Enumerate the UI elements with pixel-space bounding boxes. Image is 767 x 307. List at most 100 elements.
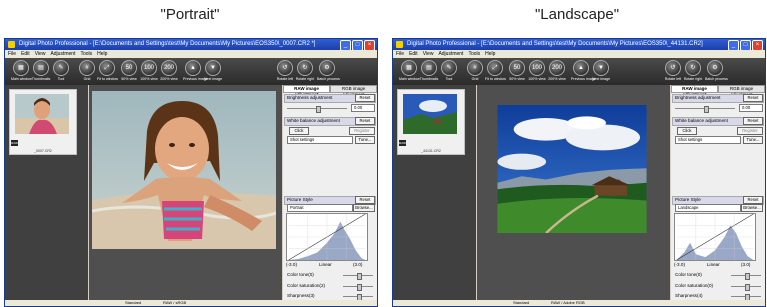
- tool-button[interactable]: ✎ Tool: [51, 60, 71, 81]
- previous-image-button[interactable]: ▲ Previous image: [183, 60, 208, 81]
- white-balance-select[interactable]: Shot settings: [287, 136, 353, 144]
- picture-style-select[interactable]: Landscape: [675, 204, 741, 212]
- raw-badge-icon: RAW: [11, 140, 18, 146]
- thumbnail-item[interactable]: RAW _0007.CR2: [9, 89, 77, 155]
- picture-style-browse-button[interactable]: Browse...: [741, 204, 763, 212]
- grid-button[interactable]: # Grid: [465, 60, 485, 81]
- zoom-200-button[interactable]: 200 200% view: [547, 60, 567, 81]
- zoom-100-button[interactable]: 100 100% view: [527, 60, 547, 81]
- tool-button[interactable]: ✎ Tool: [439, 60, 459, 81]
- sharpness-slider[interactable]: [731, 294, 761, 301]
- fit-window-button[interactable]: ⤢ Fit to window: [485, 60, 506, 81]
- toolbar-label: Thumbnails: [419, 77, 439, 81]
- tone-curve-histogram[interactable]: [674, 213, 756, 261]
- brightness-reset-button[interactable]: Reset: [355, 94, 375, 102]
- picture-style-reset-button[interactable]: Reset: [355, 196, 375, 204]
- brightness-slider[interactable]: [287, 106, 347, 113]
- zoom-100-button[interactable]: 100 100% view: [139, 60, 159, 81]
- menu-tools[interactable]: Tools: [80, 50, 92, 58]
- slider-knob[interactable]: [357, 273, 362, 280]
- brightness-slider[interactable]: [675, 106, 735, 113]
- zoom-50-button[interactable]: 50 50% view: [507, 60, 527, 81]
- tab-rgb-adjustment[interactable]: RGB image adjustment: [718, 85, 765, 97]
- thumbnails-button[interactable]: ▤ Thumbnails: [419, 60, 439, 81]
- thumbnails-button[interactable]: ▤ Thumbnails: [31, 60, 51, 81]
- tone-curve-histogram[interactable]: [286, 213, 368, 261]
- brightness-value-field[interactable]: 0.00: [739, 104, 763, 112]
- white-balance-tune-button[interactable]: Tune...: [355, 136, 375, 144]
- brightness-reset-button[interactable]: Reset: [743, 94, 763, 102]
- previous-image-button[interactable]: ▲ Previous image: [571, 60, 596, 81]
- sharpness-slider[interactable]: [343, 294, 373, 301]
- brightness-value-field[interactable]: 0.00: [351, 104, 375, 112]
- next-image-button[interactable]: ▼ Next image: [591, 60, 611, 81]
- menu-tools[interactable]: Tools: [468, 50, 480, 58]
- zoom-200-button[interactable]: 200 200% view: [159, 60, 179, 81]
- tab-rgb-adjustment[interactable]: RGB image adjustment: [330, 85, 377, 97]
- maximize-button[interactable]: □: [352, 40, 363, 50]
- menu-edit[interactable]: Edit: [21, 50, 30, 58]
- menu-help[interactable]: Help: [97, 50, 107, 58]
- next-image-button[interactable]: ▼ Next image: [203, 60, 223, 81]
- minimize-button[interactable]: _: [728, 40, 739, 50]
- white-balance-reset-button[interactable]: Reset: [355, 117, 375, 125]
- white-balance-select[interactable]: Shot settings: [675, 136, 741, 144]
- menu-edit[interactable]: Edit: [409, 50, 418, 58]
- main-window-button[interactable]: ▦ Main window: [11, 60, 32, 81]
- menu-file[interactable]: File: [396, 50, 404, 58]
- portrait-photo: [92, 91, 276, 249]
- main-window-button[interactable]: ▦ Main window: [399, 60, 420, 81]
- fit-window-icon: ⤢: [487, 60, 503, 76]
- rotate-right-button[interactable]: ↻ Rotate right: [295, 60, 315, 81]
- minimize-button[interactable]: _: [340, 40, 351, 50]
- linear-checkbox[interactable]: Linear: [319, 262, 332, 267]
- menu-adjustment[interactable]: Adjustment: [50, 50, 75, 58]
- fit-window-button[interactable]: ⤢ Fit to window: [97, 60, 118, 81]
- white-balance-register-button[interactable]: Register: [737, 127, 763, 135]
- white-balance-click-button[interactable]: Click: [677, 127, 697, 135]
- range-max-label: (3.0): [741, 262, 751, 267]
- status-style: Standard: [513, 300, 530, 305]
- rotate-right-button[interactable]: ↻ Rotate right: [683, 60, 703, 81]
- slider-knob[interactable]: [357, 284, 362, 291]
- batch-process-button[interactable]: ⚙ Batch process: [317, 60, 340, 81]
- white-balance-tune-button[interactable]: Tune...: [743, 136, 763, 144]
- linear-checkbox[interactable]: Linear: [707, 262, 720, 267]
- toolbar-label: Previous image: [183, 77, 208, 81]
- white-balance-reset-button[interactable]: Reset: [743, 117, 763, 125]
- grid-button[interactable]: # Grid: [77, 60, 97, 81]
- close-button[interactable]: ×: [752, 40, 763, 50]
- color-tone-slider[interactable]: [343, 273, 373, 280]
- slider-knob[interactable]: [704, 106, 709, 113]
- toolbar-label: Rotate right: [683, 77, 703, 81]
- close-button[interactable]: ×: [364, 40, 375, 50]
- menu-view[interactable]: View: [35, 50, 46, 58]
- batch-process-button[interactable]: ⚙ Batch process: [705, 60, 728, 81]
- picture-style-reset-button[interactable]: Reset: [743, 196, 763, 204]
- menu-view[interactable]: View: [423, 50, 434, 58]
- slider-knob[interactable]: [316, 106, 321, 113]
- rotate-left-button[interactable]: ↺ Rotate left: [663, 60, 683, 81]
- toolbar-label: Main window: [11, 77, 32, 81]
- thumbnail-item[interactable]: RAW _44131.CR2: [397, 89, 465, 155]
- white-balance-click-button[interactable]: Click: [289, 127, 309, 135]
- color-saturation-slider[interactable]: [731, 284, 761, 291]
- status-bar: Standard RAW / sRGB: [5, 300, 377, 306]
- rotate-left-button[interactable]: ↺ Rotate left: [275, 60, 295, 81]
- tab-raw-adjustment[interactable]: RAW image adjustment: [671, 85, 718, 97]
- slider-knob[interactable]: [745, 284, 750, 291]
- tab-raw-adjustment[interactable]: RAW image adjustment: [283, 85, 330, 97]
- menu-help[interactable]: Help: [485, 50, 495, 58]
- zoom-100-icon: 100: [141, 60, 157, 76]
- white-balance-register-button[interactable]: Register: [349, 127, 375, 135]
- menu-adjustment[interactable]: Adjustment: [438, 50, 463, 58]
- color-tone-slider[interactable]: [731, 273, 761, 280]
- menu-file[interactable]: File: [8, 50, 16, 58]
- slider-knob[interactable]: [745, 273, 750, 280]
- window-title: Digital Photo Professional - [E:\Documen…: [19, 41, 316, 47]
- maximize-button[interactable]: □: [740, 40, 751, 50]
- zoom-50-button[interactable]: 50 50% view: [119, 60, 139, 81]
- picture-style-browse-button[interactable]: Browse...: [353, 204, 375, 212]
- color-saturation-slider[interactable]: [343, 284, 373, 291]
- picture-style-select[interactable]: Portrait: [287, 204, 353, 212]
